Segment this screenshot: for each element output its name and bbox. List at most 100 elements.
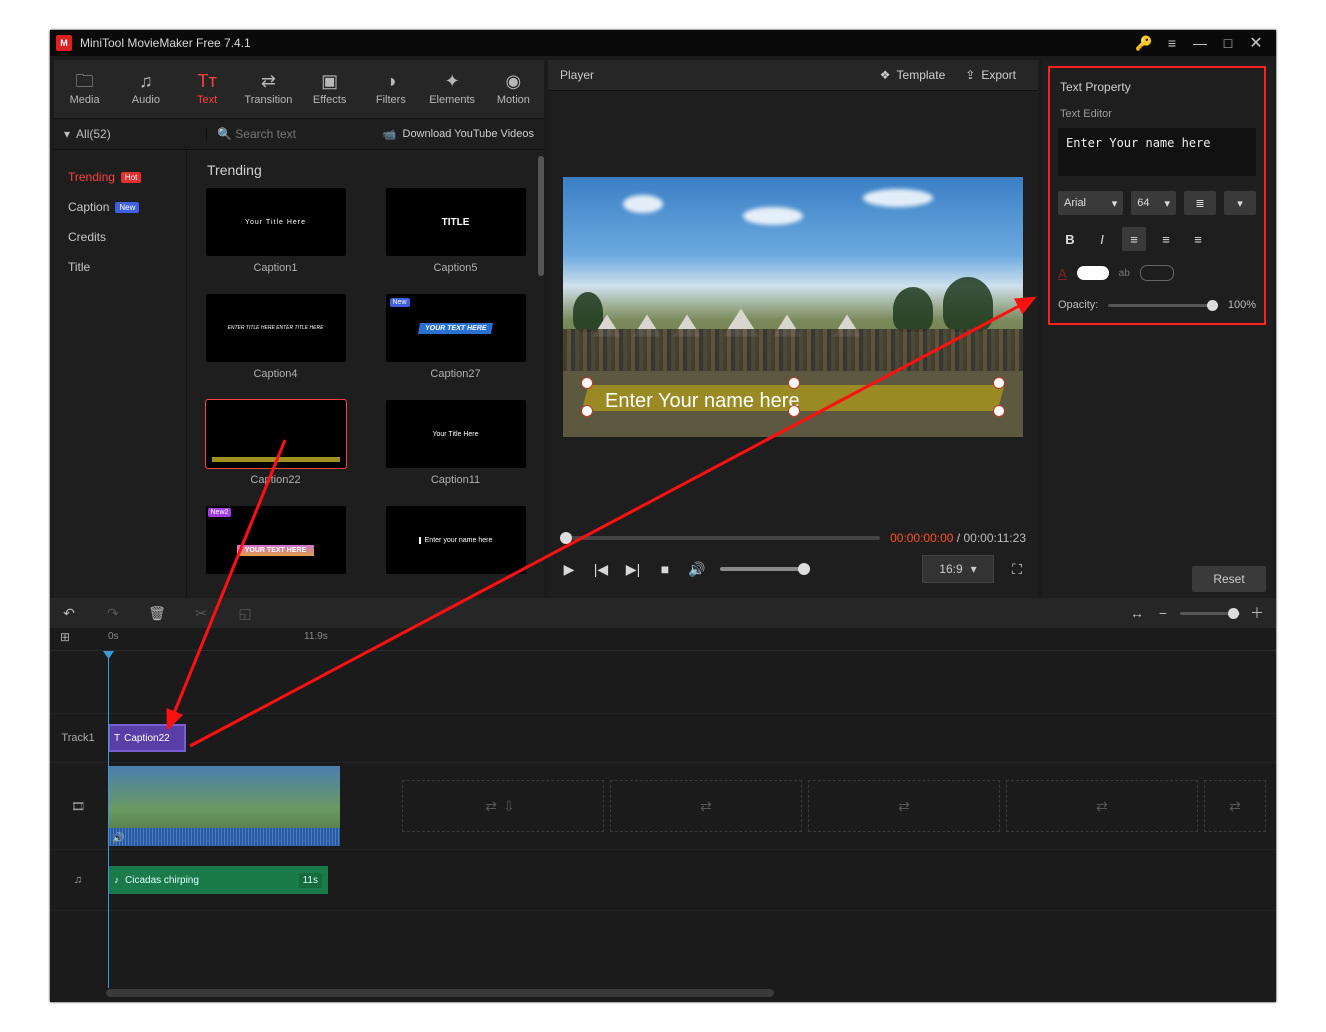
resize-handle[interactable] [993, 405, 1005, 417]
badge-new: New [115, 202, 139, 213]
text-color-button[interactable]: A [1058, 266, 1067, 281]
transport-controls: 00:00:00:00 / 00:00:11:23 ▶ |◀ ▶| ■ 🔊 16… [548, 522, 1038, 598]
aspect-ratio-dropdown[interactable]: 16:9▾ [922, 555, 994, 583]
font-size-dropdown[interactable]: 64▾ [1131, 191, 1176, 215]
empty-slot[interactable]: ⇄ [1204, 780, 1266, 832]
ribbon-filters[interactable]: ◑Filters [360, 60, 421, 118]
gallery-scrollbar[interactable] [538, 156, 544, 276]
resize-handle[interactable] [788, 377, 800, 389]
category-credits[interactable]: Credits [54, 222, 186, 252]
music-icon: ♫ [139, 72, 153, 90]
upgrade-key-icon[interactable]: 🔑 [1130, 30, 1158, 56]
category-title[interactable]: Title [54, 252, 186, 282]
chevron-down-icon: ▾ [1237, 197, 1243, 210]
resize-handle[interactable] [581, 377, 593, 389]
template-caption28[interactable]: New2YOUR TEXT HERE [206, 506, 346, 574]
align-right-button[interactable]: ≡ [1186, 227, 1210, 251]
ribbon-motion[interactable]: ◉Motion [483, 60, 544, 118]
undo-button[interactable]: ↶ [60, 605, 78, 622]
category-list: TrendingHot CaptionNew Credits Title [54, 150, 187, 598]
volume-icon[interactable]: 🔊 [688, 561, 706, 578]
timeline-ruler[interactable]: ⊞ 0s 11.9s [50, 628, 1276, 651]
empty-slot[interactable]: ⇄ [610, 780, 802, 832]
text-color-swatch[interactable] [1077, 266, 1109, 280]
opacity-handle[interactable] [1207, 300, 1218, 311]
bold-button[interactable]: B [1058, 227, 1082, 251]
video-clip[interactable]: 🔊 [108, 766, 340, 846]
align-center-button[interactable]: ≡ [1154, 227, 1178, 251]
playhead[interactable] [108, 651, 109, 988]
category-caption[interactable]: CaptionNew [54, 192, 186, 222]
resize-handle[interactable] [993, 377, 1005, 389]
empty-slot[interactable]: ⇄⇩ [402, 780, 604, 832]
italic-button[interactable]: I [1090, 227, 1114, 251]
template-button[interactable]: ❖Template [870, 68, 955, 82]
download-youtube-button[interactable]: 📹Download YouTube Videos [373, 128, 544, 141]
zoom-out-button[interactable]: − [1154, 605, 1172, 621]
align-left-button[interactable]: ≡ [1122, 227, 1146, 251]
resize-handle[interactable] [581, 405, 593, 417]
text-editor-label: Text Editor [1058, 104, 1256, 128]
zoom-in-button[interactable]: ＋ [1248, 603, 1266, 623]
export-button[interactable]: ⇪Export [955, 68, 1026, 82]
template-caption10[interactable]: Enter your name here [386, 506, 526, 574]
prev-frame-button[interactable]: |◀ [592, 561, 610, 578]
template-caption22[interactable]: Caption22 [206, 400, 346, 486]
split-button[interactable]: ✂ [192, 605, 210, 622]
redo-button[interactable]: ↷ [104, 605, 122, 622]
reset-button[interactable]: Reset [1192, 566, 1266, 592]
ribbon-audio[interactable]: ♫Audio [115, 60, 176, 118]
empty-slot[interactable]: ⇄ [1006, 780, 1198, 832]
video-preview[interactable]: Enter Your name here [563, 177, 1023, 437]
highlight-button[interactable]: ab [1119, 268, 1130, 279]
text-property-box: Text Property Text Editor Arial▾ 64▾ ≣ ▾… [1048, 66, 1266, 325]
zoom-fit-button[interactable]: ↔ [1128, 605, 1146, 621]
template-caption4[interactable]: ENTER TITLE HERE ENTER TITLE HERECaption… [206, 294, 346, 380]
font-family-dropdown[interactable]: Arial▾ [1058, 191, 1123, 215]
stop-button[interactable]: ■ [656, 561, 674, 577]
opacity-slider[interactable] [1108, 304, 1218, 307]
category-all-dropdown[interactable]: ▾All(52) [54, 127, 207, 141]
volume-slider[interactable] [720, 567, 810, 571]
seek-bar[interactable] [560, 536, 880, 540]
zoom-handle[interactable] [1228, 608, 1239, 619]
empty-slot[interactable]: ⇄ [808, 780, 1000, 832]
text-clip-caption22[interactable]: TCaption22 [108, 724, 186, 752]
property-title: Text Property [1058, 76, 1256, 104]
next-frame-button[interactable]: ▶| [624, 561, 642, 578]
ribbon-effects[interactable]: ▣Effects [299, 60, 360, 118]
audio-clip[interactable]: ♪Cicadas chirping11s [108, 866, 328, 894]
timecode: 00:00:00:00 / 00:00:11:23 [890, 531, 1026, 545]
more-options-dropdown[interactable]: ▾ [1224, 191, 1256, 215]
crop-button[interactable]: ◱ [236, 605, 254, 622]
ribbon-media[interactable]: 🗀Media [54, 60, 115, 118]
resize-handle[interactable] [788, 405, 800, 417]
ribbon-transition[interactable]: ⇄Transition [238, 60, 299, 118]
delete-button[interactable]: 🗑 [148, 605, 166, 622]
volume-handle[interactable] [798, 563, 810, 575]
close-icon[interactable]: ✕ [1242, 30, 1270, 56]
timeline-h-scroll-thumb[interactable] [106, 989, 774, 997]
ribbon-elements[interactable]: ✦Elements [422, 60, 483, 118]
zoom-slider[interactable] [1180, 612, 1240, 615]
text-editor-input[interactable] [1058, 128, 1256, 176]
track-label: Track1 [50, 714, 106, 762]
template-caption1[interactable]: Your Title HereCaption1 [206, 188, 346, 274]
search-text-input[interactable]: 🔍 Search text [207, 127, 373, 141]
template-caption27[interactable]: NewYOUR TEXT HERECaption27 [386, 294, 526, 380]
highlight-color-swatch[interactable] [1140, 265, 1174, 281]
template-caption11[interactable]: Your Title HereCaption11 [386, 400, 526, 486]
add-track-button[interactable]: ⊞ [60, 630, 70, 644]
timeline-h-scrollbar[interactable] [106, 988, 1220, 998]
fullscreen-button[interactable]: ⛶ [1008, 561, 1026, 578]
category-trending[interactable]: TrendingHot [54, 162, 186, 192]
hamburger-menu-icon[interactable]: ≡ [1158, 30, 1186, 56]
template-caption5[interactable]: TITLECaption5 [386, 188, 526, 274]
folder-icon: 🗀 [76, 72, 94, 90]
ribbon-text[interactable]: TᴛText [177, 60, 238, 118]
play-button[interactable]: ▶ [560, 561, 578, 578]
maximize-icon[interactable]: □ [1214, 30, 1242, 56]
minimize-icon[interactable]: — [1186, 30, 1214, 56]
seek-handle[interactable] [560, 532, 572, 544]
line-spacing-button[interactable]: ≣ [1184, 191, 1216, 215]
